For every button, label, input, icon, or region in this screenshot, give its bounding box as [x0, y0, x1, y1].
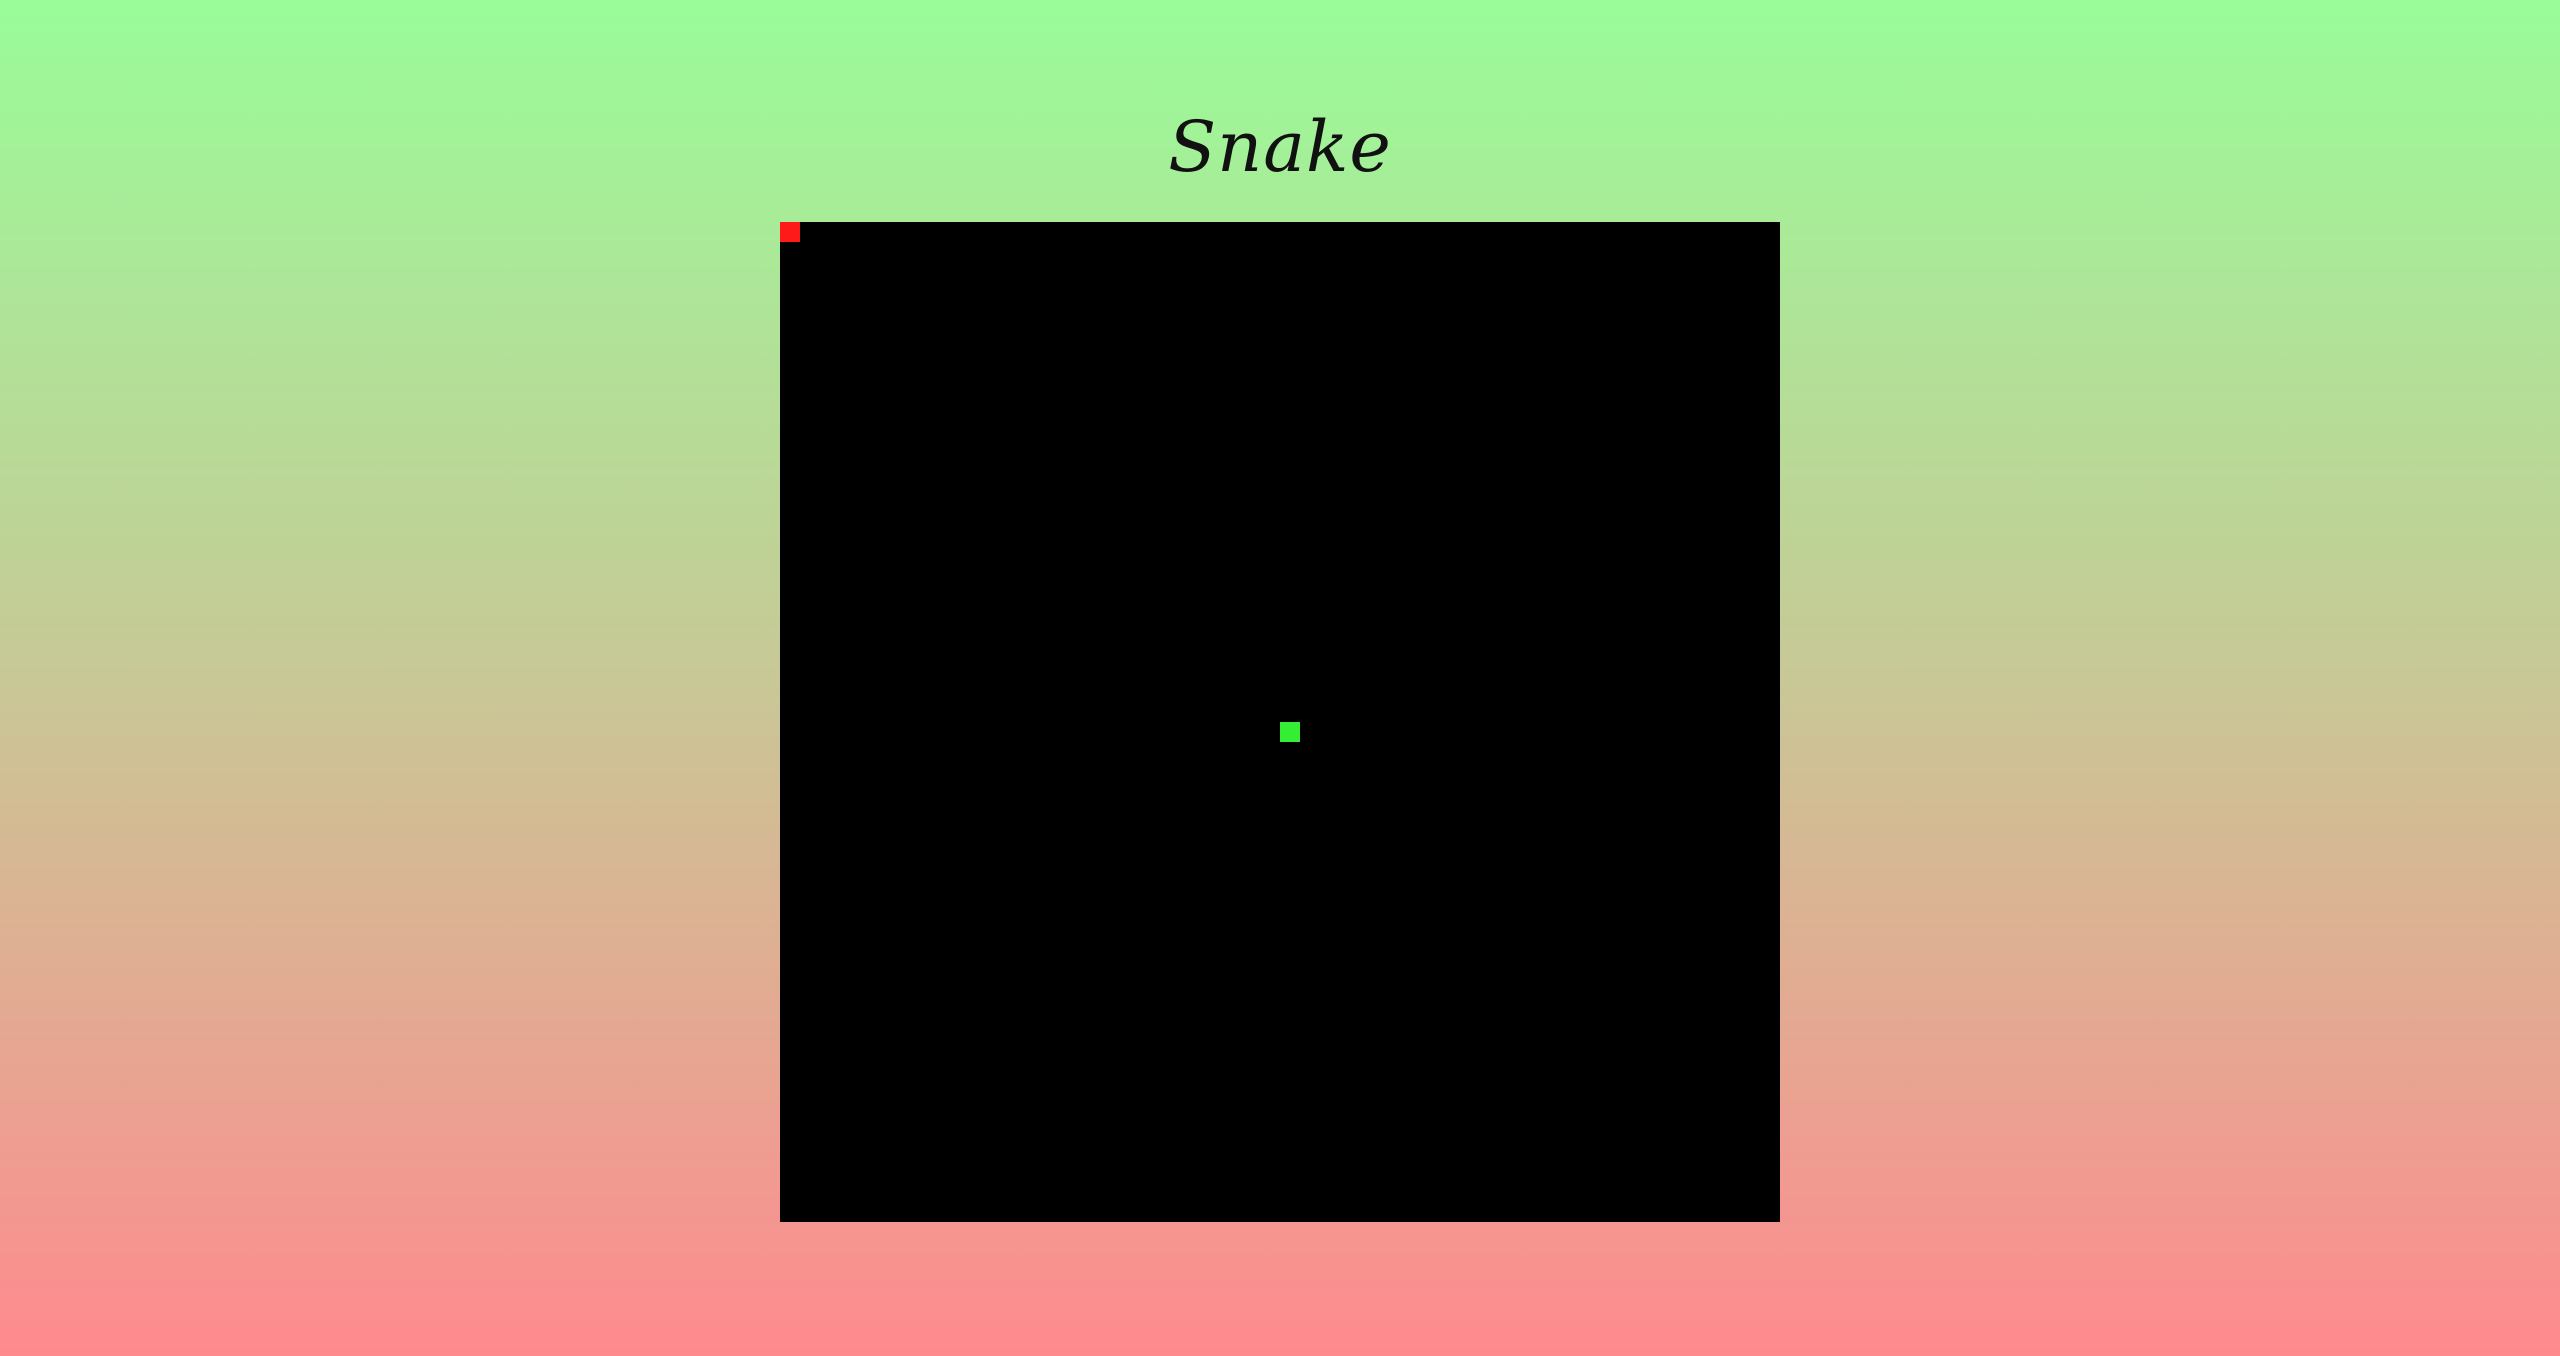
page-title: Snake	[1168, 106, 1392, 188]
snake-head	[1280, 722, 1300, 742]
game-board[interactable]	[780, 222, 1780, 1222]
food-square	[780, 222, 800, 242]
